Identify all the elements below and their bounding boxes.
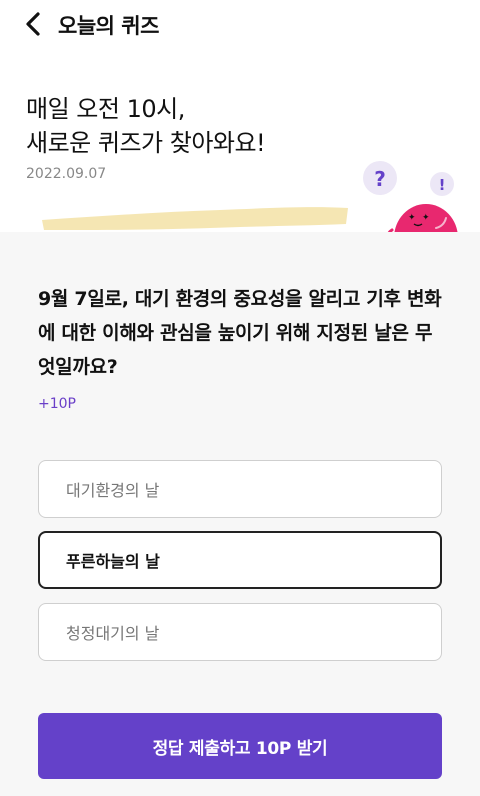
answer-option-3[interactable]: 청정대기의 날 [38, 603, 442, 661]
answer-option-label: 대기환경의 날 [66, 481, 160, 500]
highlight-stroke-decoration [42, 207, 348, 230]
quiz-mascot-icon: ? ! ✦ ✦ [363, 161, 458, 232]
submit-answer-button[interactable]: 정답 제출하고 10P 받기 [38, 713, 442, 779]
quiz-question: 9월 7일로, 대기 환경의 중요성을 알리고 기후 변화에 대한 이해와 관심… [38, 288, 442, 378]
answer-option-label: 푸른하늘의 날 [66, 552, 160, 571]
svg-text:✦: ✦ [408, 213, 416, 223]
answer-option-1[interactable]: 대기환경의 날 [38, 460, 442, 518]
page-title: 오늘의 퀴즈 [58, 14, 159, 38]
hero-banner: 매일 오전 10시, 새로운 퀴즈가 찾아와요! 2022.09.07 ? ! … [0, 48, 480, 232]
mascot-exclamation: ! [439, 176, 446, 194]
mascot-question-mark: ? [374, 167, 386, 191]
svg-text:✦: ✦ [422, 213, 430, 223]
quiz-points: +10P [38, 396, 76, 412]
answer-option-2[interactable]: 푸른하늘의 날 [38, 531, 442, 589]
hero-date: 2022.09.07 [26, 166, 107, 182]
hero-title-line1: 매일 오전 10시, [26, 95, 185, 123]
answer-option-label: 청정대기의 날 [66, 624, 160, 643]
header: 오늘의 퀴즈 [0, 0, 480, 48]
hero-title: 매일 오전 10시, 새로운 퀴즈가 찾아와요! [26, 92, 266, 160]
quiz-section: 9월 7일로, 대기 환경의 중요성을 알리고 기후 변화에 대한 이해와 관심… [0, 232, 480, 796]
back-arrow-icon[interactable] [22, 10, 46, 38]
hero-title-line2: 새로운 퀴즈가 찾아와요! [26, 129, 266, 157]
